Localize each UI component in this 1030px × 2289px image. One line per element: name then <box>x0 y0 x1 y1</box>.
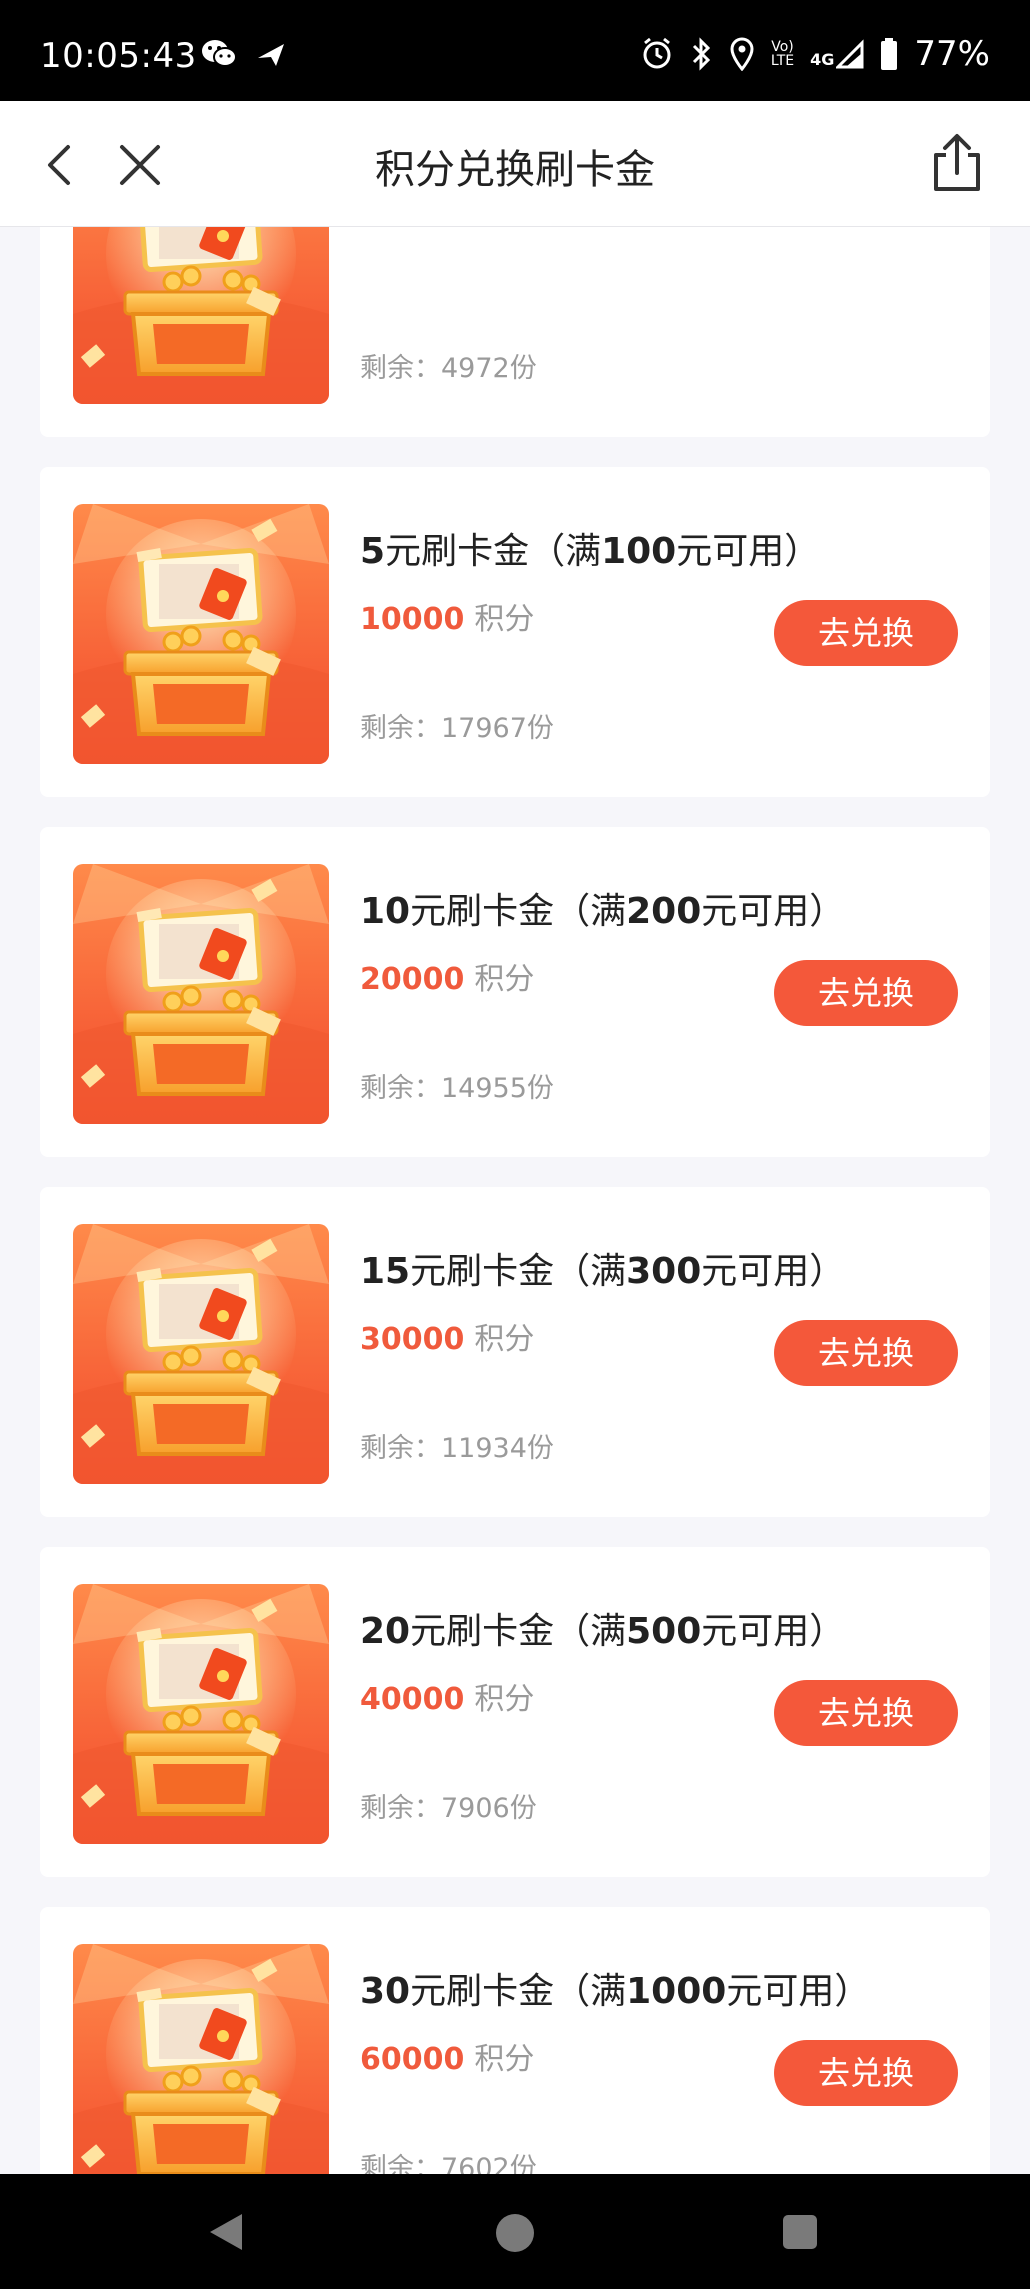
redeem-button[interactable]: 去兑换 <box>774 600 958 666</box>
status-system-icons: Vo) LTE 4G 77% <box>641 34 990 74</box>
remaining-count: 剩余：14955份 <box>360 1073 554 1104</box>
exchange-item-card[interactable]: 20元刷卡金（满500元可用） 40000 积分 去兑换剩余：7906份 <box>40 1547 990 1877</box>
item-points: 10000 积分 <box>360 594 534 638</box>
treasure-chest-thumbnail <box>73 1584 329 1844</box>
system-home-icon[interactable] <box>494 2212 536 2254</box>
item-title: 5元刷卡金（满100元可用） <box>360 531 821 572</box>
volte-icon: Vo) LTE <box>770 39 795 69</box>
points-unit: 积分 <box>474 2042 535 2077</box>
redeem-button[interactable]: 去兑换 <box>774 1680 958 1746</box>
item-title: 10元刷卡金（满200元可用） <box>360 891 846 932</box>
signal-4g-icon: 4G <box>810 39 864 69</box>
redeem-button[interactable]: 去兑换 <box>774 960 958 1026</box>
remaining-count: 剩余：17967份 <box>360 713 554 744</box>
plane-icon <box>258 44 284 66</box>
remaining-count: 剩余：4972份 <box>360 353 537 384</box>
status-time: 10:05:43 <box>40 36 197 76</box>
points-value: 30000 <box>360 1322 465 1357</box>
battery-percent: 77% <box>914 34 990 74</box>
item-points: 20000 积分 <box>360 954 534 998</box>
redeem-button[interactable]: 去兑换 <box>774 1320 958 1386</box>
points-value: 60000 <box>360 2042 465 2077</box>
system-back-icon[interactable] <box>206 2210 246 2254</box>
points-unit: 积分 <box>474 962 535 997</box>
points-value: 10000 <box>360 602 465 637</box>
remaining-count: 剩余：11934份 <box>360 1433 554 1464</box>
remaining-count: 剩余：7602份 <box>360 2153 537 2174</box>
treasure-chest-thumbnail <box>73 227 329 404</box>
treasure-chest-thumbnail <box>73 864 329 1124</box>
title-bar: 积分兑换刷卡金 <box>0 101 1030 227</box>
points-value: 40000 <box>360 1682 465 1717</box>
status-notification-icons <box>200 38 286 70</box>
remaining-count: 剩余：7906份 <box>360 1793 537 1824</box>
exchange-item-card[interactable]: 30元刷卡金（满1000元可用） 60000 积分 去兑换剩余：7602份 <box>40 1907 990 2174</box>
points-unit: 积分 <box>474 1322 535 1357</box>
status-bar: 10:05:43 Vo) LTE 4G 77% <box>0 0 1030 101</box>
treasure-chest-thumbnail <box>73 1944 329 2174</box>
points-unit: 积分 <box>474 1682 535 1717</box>
system-recents-icon[interactable] <box>782 2214 818 2250</box>
treasure-chest-thumbnail <box>73 1224 329 1484</box>
exchange-list[interactable]: 剩余：4972份 5元刷卡金（满100元可用） 10000 积分 去兑换 剩余：… <box>0 227 1030 2174</box>
item-title: 15元刷卡金（满300元可用） <box>360 1251 846 1292</box>
battery-icon <box>881 38 898 70</box>
item-points: 60000 积分 <box>360 2034 534 2078</box>
item-title: 20元刷卡金（满500元可用） <box>360 1611 846 1652</box>
treasure-chest-thumbnail <box>73 504 329 764</box>
exchange-item-card[interactable]: 剩余：4972份 <box>40 227 990 437</box>
exchange-item-card[interactable]: 15元刷卡金（满300元可用） 30000 积分 去兑换剩余：11934份 <box>40 1187 990 1517</box>
item-points: 30000 积分 <box>360 1314 534 1358</box>
exchange-item-card[interactable]: 10元刷卡金（满200元可用） 20000 积分 去兑换剩余：14955份 <box>40 827 990 1157</box>
share-icon[interactable] <box>924 131 990 197</box>
page-title: 积分兑换刷卡金 <box>375 147 655 193</box>
location-icon <box>730 37 754 71</box>
item-points: 40000 积分 <box>360 1674 534 1718</box>
bluetooth-icon <box>692 37 710 71</box>
points-unit: 积分 <box>474 602 535 637</box>
alarm-icon <box>643 37 671 69</box>
system-navigation-bar <box>0 2174 1030 2289</box>
points-value: 20000 <box>360 962 465 997</box>
redeem-button[interactable]: 去兑换 <box>774 2040 958 2106</box>
exchange-item-card[interactable]: 5元刷卡金（满100元可用） 10000 积分 去兑换剩余：17967份 <box>40 467 990 797</box>
wechat-icon <box>202 40 237 67</box>
item-title: 30元刷卡金（满1000元可用） <box>360 1971 871 2012</box>
